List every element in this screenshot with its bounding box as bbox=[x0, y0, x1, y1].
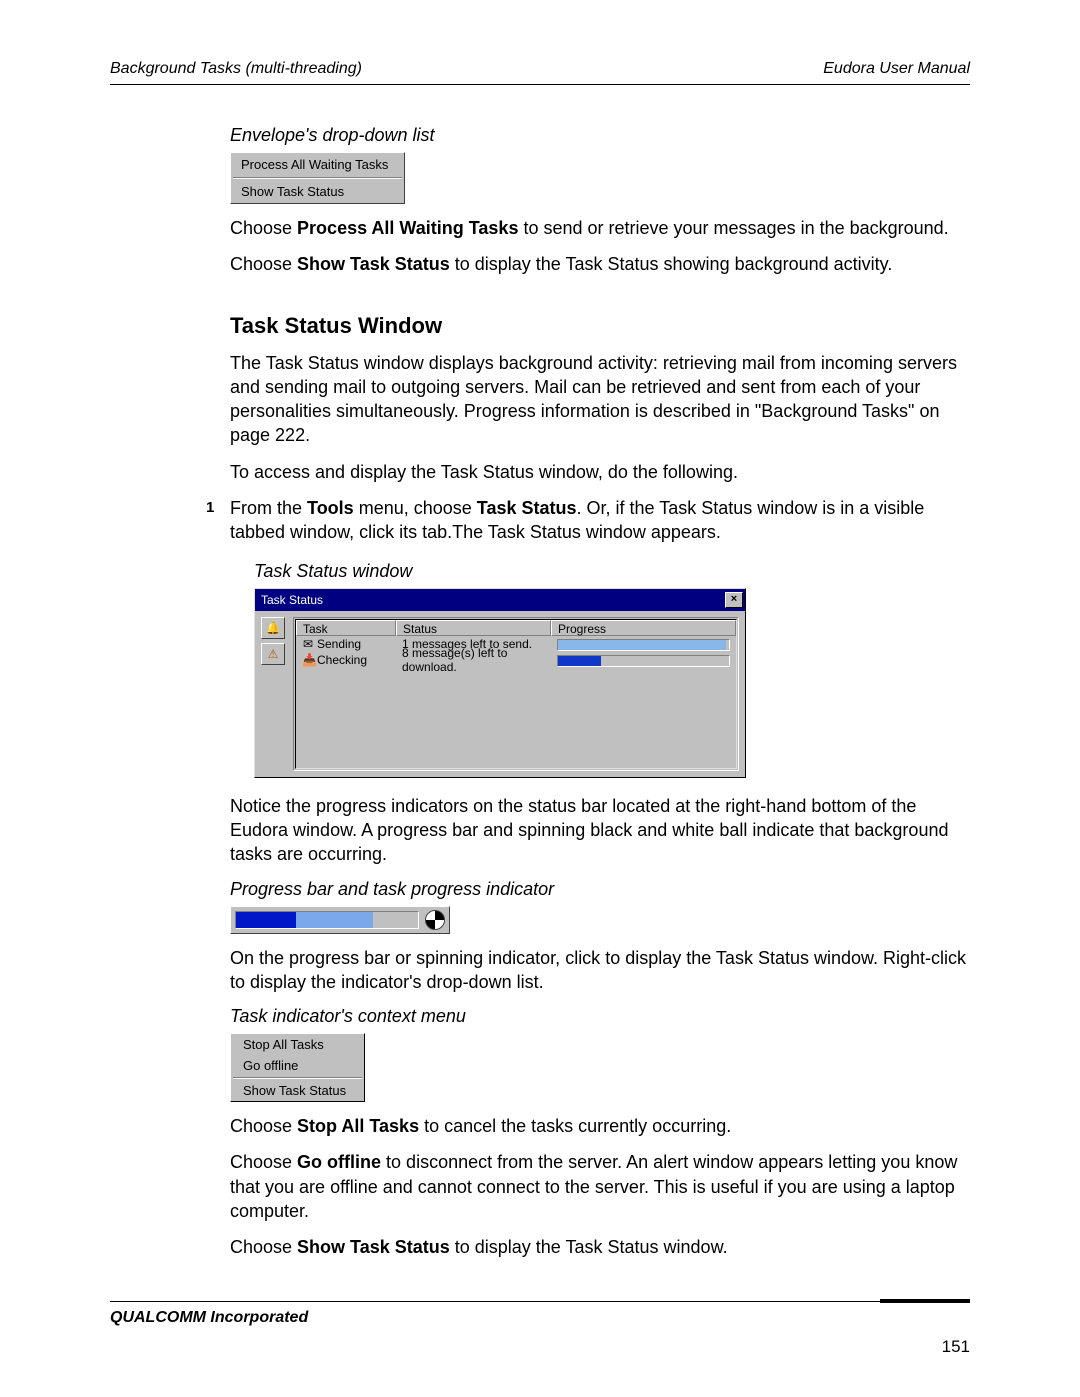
toolbar-icon-tasks[interactable]: 🔔 bbox=[261, 617, 285, 639]
paragraph: On the progress bar or spinning indicato… bbox=[230, 946, 970, 995]
task-list: Task Status Progress ✉Sending1 messages … bbox=[293, 617, 739, 771]
col-status[interactable]: Status bbox=[396, 620, 551, 636]
toolbar-icon-info[interactable]: ⚠ bbox=[261, 643, 285, 665]
header-right: Eudora User Manual bbox=[823, 60, 970, 78]
row-progress bbox=[557, 655, 730, 667]
caption-progress-bar: Progress bar and task progress indicator bbox=[230, 879, 970, 900]
task-indicator-context-menu: Stop All Tasks Go offline Show Task Stat… bbox=[230, 1033, 365, 1102]
step-1: 1 From the Tools menu, choose Task Statu… bbox=[230, 496, 970, 545]
menu-item-go-offline[interactable]: Go offline bbox=[231, 1055, 364, 1076]
menu-item-show-task-status[interactable]: Show Task Status bbox=[231, 180, 404, 203]
close-button[interactable]: × bbox=[725, 592, 743, 608]
titlebar: Task Status × bbox=[255, 589, 745, 611]
paragraph: Choose Show Task Status to display the T… bbox=[230, 252, 970, 276]
paragraph: Notice the progress indicators on the st… bbox=[230, 794, 970, 867]
envelope-dropdown-figure: Process All Waiting Tasks Show Task Stat… bbox=[230, 152, 405, 204]
section-heading: Task Status Window bbox=[230, 313, 970, 339]
running-header: Background Tasks (multi-threading) Eudor… bbox=[110, 60, 970, 78]
caption-task-status-window: Task Status window bbox=[254, 561, 970, 582]
paragraph: Choose Go offline to disconnect from the… bbox=[230, 1150, 970, 1223]
footer-text: QUALCOMM Incorporated bbox=[110, 1309, 970, 1327]
menu-separator bbox=[233, 177, 402, 179]
menu-separator bbox=[233, 1077, 362, 1079]
paragraph: Choose Process All Waiting Tasks to send… bbox=[230, 216, 970, 240]
menu-item-process-all[interactable]: Process All Waiting Tasks bbox=[231, 153, 404, 176]
col-progress[interactable]: Progress bbox=[551, 620, 736, 636]
row-status: 8 message(s) left to download. bbox=[396, 645, 551, 675]
row-progress bbox=[557, 639, 730, 651]
menu-item-stop-all[interactable]: Stop All Tasks bbox=[231, 1034, 364, 1055]
header-rule bbox=[110, 84, 970, 85]
col-task[interactable]: Task bbox=[296, 620, 396, 636]
row-task: Sending bbox=[317, 637, 361, 651]
menu-item-show-task-status[interactable]: Show Task Status bbox=[231, 1080, 364, 1101]
page-number: 151 bbox=[942, 1337, 970, 1357]
row-icon: 📥 bbox=[302, 653, 314, 667]
task-status-window: Task Status × 🔔 ⚠ Task Status Progress bbox=[254, 588, 746, 778]
window-title: Task Status bbox=[261, 593, 323, 607]
progress-bar-figure[interactable] bbox=[230, 906, 450, 934]
row-icon: ✉ bbox=[302, 637, 314, 651]
paragraph: Choose Stop All Tasks to cancel the task… bbox=[230, 1114, 970, 1138]
caption-envelope-dropdown: Envelope's drop-down list bbox=[230, 125, 970, 146]
paragraph: To access and display the Task Status wi… bbox=[230, 460, 970, 484]
paragraph: The Task Status window displays backgrou… bbox=[230, 351, 970, 448]
task-list-header: Task Status Progress bbox=[296, 620, 736, 636]
header-left: Background Tasks (multi-threading) bbox=[110, 60, 362, 78]
caption-context-menu: Task indicator's context menu bbox=[230, 1006, 970, 1027]
task-row[interactable]: 📥Checking8 message(s) left to download. bbox=[296, 652, 736, 668]
spinner-icon[interactable] bbox=[425, 910, 445, 930]
row-task: Checking bbox=[317, 653, 367, 667]
paragraph: Choose Show Task Status to display the T… bbox=[230, 1235, 970, 1259]
footer: QUALCOMM Incorporated bbox=[110, 1299, 970, 1327]
step-number: 1 bbox=[206, 496, 230, 518]
progress-bar[interactable] bbox=[235, 911, 419, 929]
